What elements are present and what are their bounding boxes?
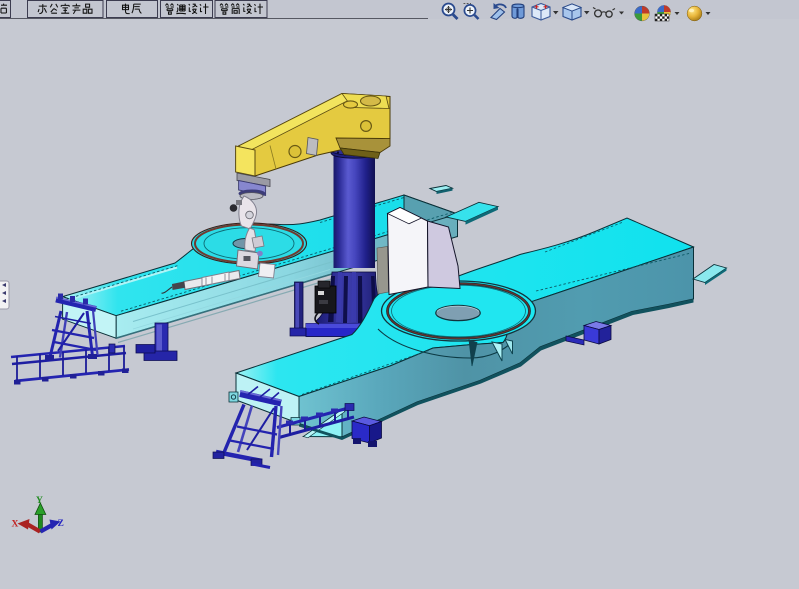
svg-text:Z: Z xyxy=(58,519,64,529)
svg-text:X: X xyxy=(12,520,19,530)
svg-text:Y: Y xyxy=(36,496,43,506)
